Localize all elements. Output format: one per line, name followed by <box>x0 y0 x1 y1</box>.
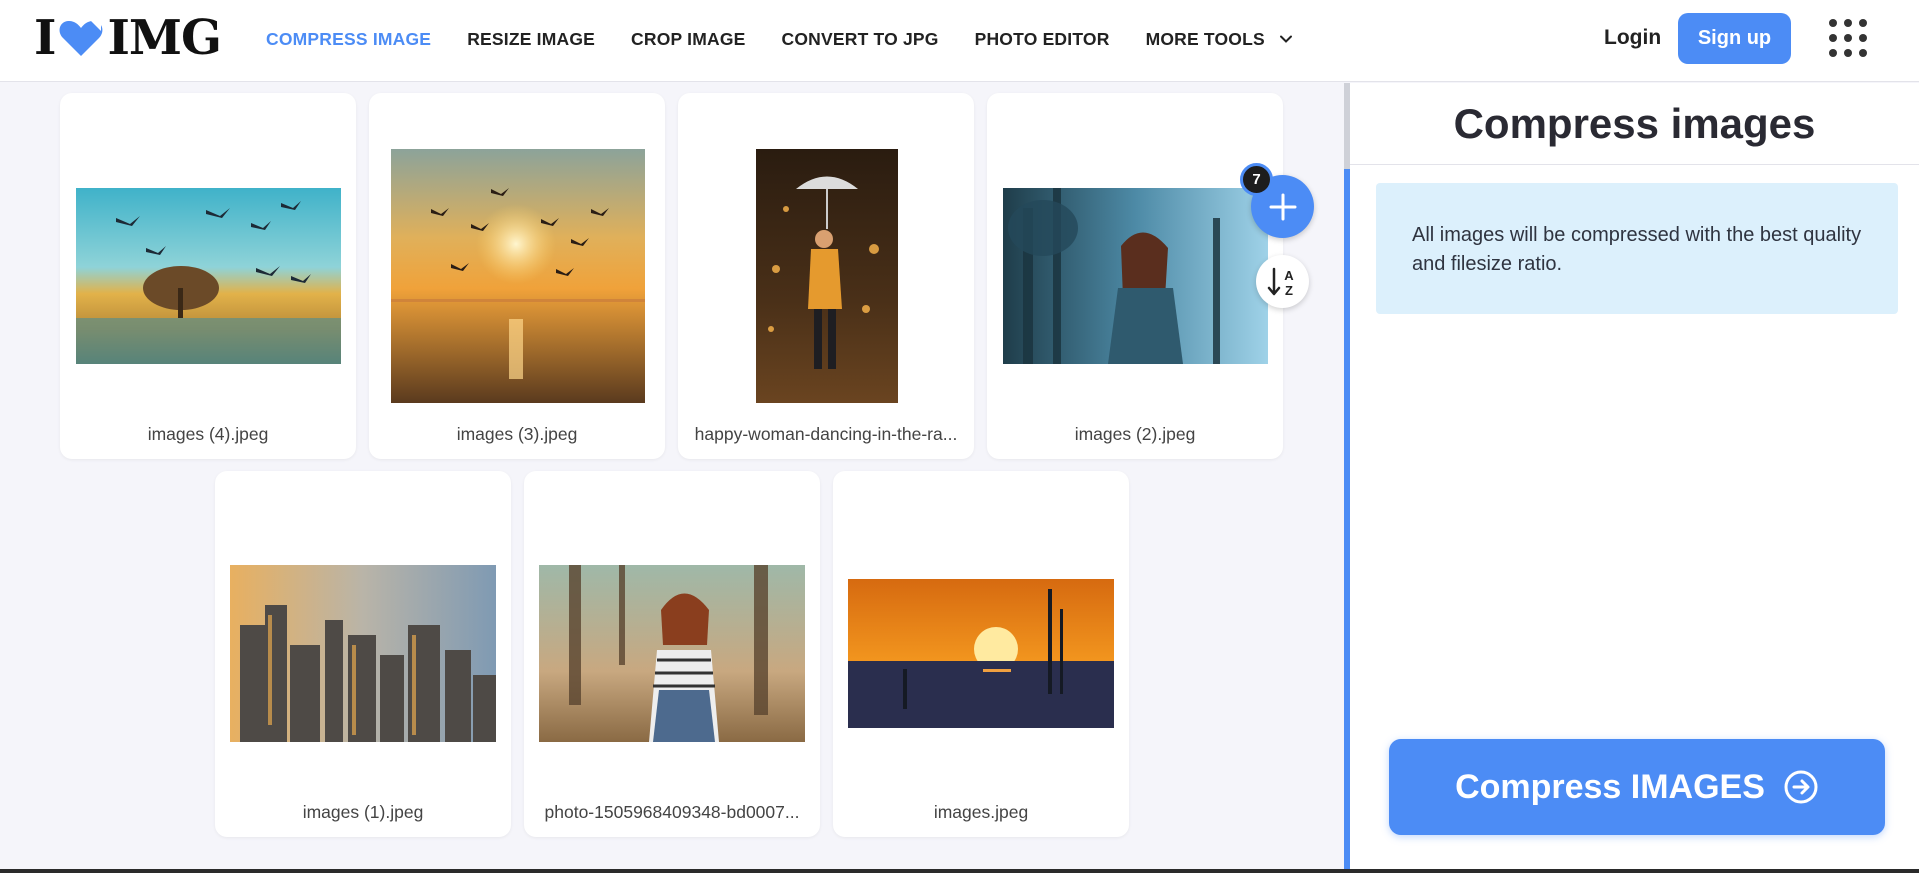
nav-compress-image[interactable]: COMPRESS IMAGE <box>266 29 431 50</box>
nav-label: COMPRESS IMAGE <box>266 28 432 49</box>
nav-more-tools[interactable]: MORE TOOLS <box>1146 29 1293 50</box>
nav-label: MORE TOOLS <box>1145 28 1265 49</box>
ilovimg-logo[interactable]: I IMG <box>34 10 222 66</box>
dot <box>1844 19 1852 27</box>
thumbnail-birds-sunset <box>391 149 645 403</box>
nav-label: CROP IMAGE <box>631 28 746 49</box>
file-card[interactable]: images (2).jpeg <box>987 93 1283 459</box>
sort-letter-a: A <box>1284 268 1294 283</box>
thumbnail-sunset-lake <box>848 579 1114 728</box>
file-name: images.jpeg <box>933 802 1029 822</box>
sort-letter-z: Z <box>1285 283 1293 298</box>
file-name: images (4).jpeg <box>147 424 269 444</box>
signup-button[interactable]: Sign up <box>1678 13 1791 64</box>
plus-icon <box>1269 193 1296 220</box>
nav-crop-image[interactable]: CROP IMAGE <box>631 29 745 50</box>
file-name: images (3).jpeg <box>456 424 578 444</box>
login-link[interactable]: Login <box>1604 26 1661 50</box>
dot <box>1859 19 1867 27</box>
thumbnail-woman-backpack <box>539 565 805 742</box>
nav-label: PHOTO EDITOR <box>974 28 1110 49</box>
logo-text-left: I <box>34 10 56 66</box>
file-card[interactable]: photo-1505968409348-bd0007... <box>524 471 820 837</box>
options-sidebar: Compress images All images will be compr… <box>1350 83 1919 869</box>
nav-photo-editor[interactable]: PHOTO EDITOR <box>975 29 1110 50</box>
file-card[interactable]: images.jpeg <box>833 471 1129 837</box>
sort-alpha-button[interactable]: A Z <box>1256 255 1309 308</box>
file-count-badge: 7 <box>1240 163 1273 196</box>
dot <box>1859 34 1867 42</box>
file-name: photo-1505968409348-bd0007... <box>544 802 800 822</box>
nav-convert-to-jpg[interactable]: CONVERT TO JPG <box>782 29 939 50</box>
info-message: All images will be compressed with the b… <box>1376 183 1898 314</box>
grid-menu-icon[interactable] <box>1829 19 1867 57</box>
compress-images-button[interactable]: Compress IMAGES <box>1389 739 1885 835</box>
top-header: I IMG COMPRESS IMAGE RESIZE IMAGE CROP I… <box>0 0 1919 82</box>
chevron-down-icon <box>1279 35 1292 43</box>
file-name: images (1).jpeg <box>302 802 424 822</box>
thumbnail-woman-umbrella <box>756 149 898 403</box>
arrow-circle-right-icon <box>1784 770 1818 804</box>
dot <box>1844 49 1852 57</box>
dot <box>1829 19 1837 27</box>
window-bottom-edge <box>0 869 1919 873</box>
dot <box>1829 49 1837 57</box>
dot <box>1844 34 1852 42</box>
nav-resize-image[interactable]: RESIZE IMAGE <box>467 29 595 50</box>
sort-alpha-icon: A Z <box>1267 267 1294 298</box>
heart-icon <box>60 20 103 56</box>
logo-text-right: IMG <box>107 10 222 66</box>
main-nav: COMPRESS IMAGE RESIZE IMAGE CROP IMAGE C… <box>266 0 1329 78</box>
dot <box>1859 49 1867 57</box>
file-card[interactable]: images (4).jpeg <box>60 93 356 459</box>
file-card[interactable]: images (1).jpeg <box>215 471 511 837</box>
sidebar-title: Compress images <box>1350 83 1919 165</box>
thumbnail-birds-lake <box>76 188 341 364</box>
compress-button-label: Compress IMAGES <box>1455 767 1765 806</box>
file-name: images (2).jpeg <box>1074 424 1196 444</box>
nav-label: CONVERT TO JPG <box>781 28 939 49</box>
file-card[interactable]: images (3).jpeg <box>369 93 665 459</box>
thumbnail-woman-forest <box>1003 188 1268 364</box>
file-card[interactable]: happy-woman-dancing-in-the-ra... <box>678 93 974 459</box>
file-workspace: images (4).jpeg images (3).jpeg happy-wo… <box>0 83 1344 869</box>
nav-label: RESIZE IMAGE <box>467 28 596 49</box>
thumbnail-city-skyline <box>230 565 496 742</box>
dot <box>1829 34 1837 42</box>
file-name: happy-woman-dancing-in-the-ra... <box>694 424 958 444</box>
